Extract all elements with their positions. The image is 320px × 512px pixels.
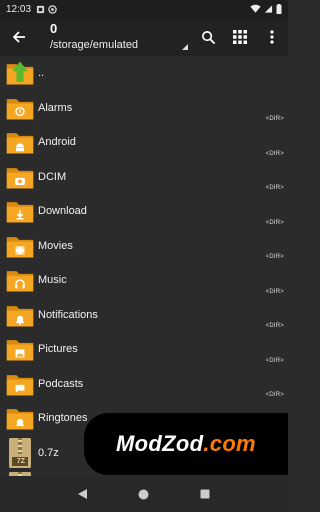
circle-home-icon <box>138 489 149 499</box>
image-icon <box>15 349 25 358</box>
dir-tag: <DIR> <box>265 392 284 398</box>
search-icon <box>201 30 215 44</box>
folder-row[interactable]: Alarms <DIR> <box>0 91 288 126</box>
row-icon <box>3 91 37 125</box>
dir-tag: <DIR> <box>265 219 284 226</box>
nav-back-button[interactable] <box>71 482 95 506</box>
back-button[interactable] <box>0 18 38 56</box>
folder-row[interactable]: Movies <DIR> <box>0 229 288 264</box>
wifi-icon <box>250 4 261 13</box>
dir-tag: <DIR> <box>265 185 284 191</box>
nav-home-button[interactable] <box>132 482 156 506</box>
watermark-domain: .com <box>203 431 256 456</box>
folder-row[interactable]: Pictures <DIR> <box>0 332 288 367</box>
row-icon <box>3 298 37 332</box>
entry-name: Music <box>38 274 67 287</box>
signal-icon <box>264 5 273 13</box>
folder-row[interactable]: Notifications <DIR> <box>0 298 288 333</box>
camera-icon <box>15 177 25 185</box>
row-icon <box>3 332 37 366</box>
dropdown-triangle-icon <box>182 44 188 50</box>
dir-tag: <DIR> <box>265 254 284 260</box>
folder-icon <box>6 202 34 223</box>
path-selector[interactable]: 0 /storage/emulated <box>38 18 192 56</box>
row-icon <box>3 56 37 90</box>
row-icon <box>3 160 37 194</box>
entry-name: DCIM <box>38 170 67 183</box>
nav-recents-button[interactable] <box>193 482 217 506</box>
entry-name: Download <box>38 205 87 218</box>
more-options-button[interactable] <box>256 18 288 56</box>
status-time: 12:03 <box>6 3 32 15</box>
folder-row[interactable]: Music <DIR> <box>0 263 288 298</box>
arrow-left-icon <box>12 31 25 43</box>
sync-icon <box>48 4 57 14</box>
row-icon: 7Z <box>3 436 37 470</box>
row-icon <box>3 367 37 401</box>
toolbar: 0 /storage/emulated <box>0 18 288 56</box>
more-vert-icon <box>270 30 274 44</box>
folder-row[interactable]: Download <DIR> <box>0 194 288 229</box>
entry-name: Pictures <box>38 343 78 356</box>
archive-badge: 7Z <box>16 457 26 465</box>
status-bar: 12:03 <box>0 0 288 18</box>
folder-icon <box>6 167 34 189</box>
row-icon <box>3 125 37 159</box>
watermark-text: ModZod <box>116 431 204 456</box>
square-recents-icon <box>200 489 210 499</box>
row-icon <box>3 263 37 297</box>
battery-icon <box>276 4 282 14</box>
folder-icon <box>6 409 34 430</box>
folder-icon <box>6 271 34 292</box>
entry-name: Movies <box>38 239 73 252</box>
folder-row[interactable]: Podcasts <DIR> <box>0 367 288 402</box>
dir-tag: <DIR> <box>265 116 284 122</box>
notification-icon <box>36 5 45 13</box>
folder-icon <box>6 236 34 258</box>
entry-name: Notifications <box>38 308 98 321</box>
parent-folder-icon <box>6 61 34 85</box>
grid-icon <box>233 30 247 44</box>
row-icon <box>3 229 37 263</box>
entry-name: Alarms <box>38 101 73 114</box>
folder-row[interactable]: Android <DIR> <box>0 125 288 160</box>
folder-icon <box>6 133 34 154</box>
entry-name: Android <box>38 136 76 149</box>
watermark-overlay: ModZod.com <box>84 413 288 475</box>
dir-tag: <DIR> <box>265 288 284 295</box>
row-icon <box>3 194 37 228</box>
row-icon <box>3 401 37 435</box>
entry-name: Podcasts <box>38 377 84 390</box>
current-path: /storage/emulated <box>50 39 139 51</box>
folder-icon <box>6 374 34 396</box>
folder-icon <box>6 98 34 120</box>
entry-name: .. <box>38 67 45 80</box>
grid-view-button[interactable] <box>224 18 256 56</box>
folder-icon <box>6 305 34 327</box>
parent-directory-row[interactable]: .. <box>0 56 288 91</box>
dir-tag: <DIR> <box>265 323 284 329</box>
entry-name: 0.7z <box>38 446 59 459</box>
navigation-bar <box>0 476 288 512</box>
film-icon <box>15 246 25 255</box>
selection-count: 0 <box>50 21 58 36</box>
triangle-back-icon <box>78 489 88 499</box>
folder-row[interactable]: DCIM <DIR> <box>0 160 288 195</box>
dir-tag: <DIR> <box>265 150 284 157</box>
dir-tag: <DIR> <box>265 357 284 364</box>
search-button[interactable] <box>192 18 224 56</box>
entry-name: Ringtones <box>38 412 88 425</box>
folder-icon <box>6 340 34 361</box>
